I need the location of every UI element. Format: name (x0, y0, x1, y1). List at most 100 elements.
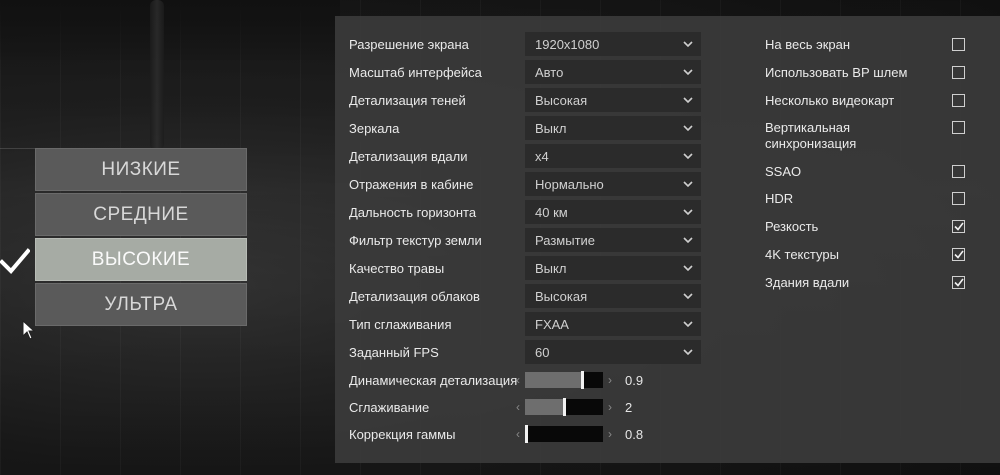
setting-label: Отражения в кабине (349, 176, 474, 192)
chevron-right-icon[interactable]: › (603, 400, 617, 414)
chevron-down-icon (683, 68, 693, 75)
checkbox-label: HDR (765, 191, 794, 206)
setting-row-cockpit-reflections: Отражения в кабине Нормально (349, 172, 709, 196)
preset-label: УЛЬТРА (104, 293, 178, 315)
dropdown-value: 40 км (535, 204, 568, 220)
vsync-checkbox[interactable] (952, 121, 965, 134)
checkbox-label: Несколько видеокарт (765, 93, 895, 108)
checkbox-row-4k-textures: 4K текстуры (765, 247, 965, 263)
preset-high-button[interactable]: ВЫСОКИЕ (35, 238, 247, 281)
setting-label: Детализация теней (349, 92, 466, 108)
slider-value: 2 (625, 399, 633, 415)
checkbox-label: Здания вдали (765, 275, 850, 290)
distant-detail-dropdown[interactable]: x4 (525, 144, 701, 168)
dropdown-value: 60 (535, 344, 550, 360)
shadows-dropdown[interactable]: Высокая (525, 88, 701, 112)
dynamic-detail-slider[interactable] (525, 371, 603, 389)
setting-row-antialiasing-type: Тип сглаживания FXAA (349, 312, 709, 336)
slider-handle[interactable] (581, 371, 584, 389)
slider-value: 0.9 (625, 372, 644, 388)
chevron-down-icon (683, 292, 693, 299)
preset-label: НИЗКИЕ (101, 158, 181, 180)
setting-label: Качество травы (349, 260, 445, 276)
gamma-slider[interactable] (525, 425, 603, 443)
setting-label: Тип сглаживания (349, 316, 452, 332)
slider-label: Коррекция гаммы (349, 426, 456, 442)
vr-headset-checkbox[interactable] (952, 66, 965, 79)
preset-label: ВЫСОКИЕ (91, 248, 191, 270)
checkbox-row-vsync: Вертикальная синхронизация (765, 120, 965, 152)
dropdown-value: Высокая (535, 92, 588, 108)
hdr-checkbox[interactable] (952, 192, 965, 205)
graphics-presets: НИЗКИЕ СРЕДНИЕ ВЫСОКИЕ УЛЬТРА (35, 148, 247, 328)
checkbox-row-multi-gpu: Несколько видеокарт (765, 93, 965, 109)
distant-buildings-checkbox[interactable] (952, 276, 965, 289)
chevron-down-icon (683, 180, 693, 187)
checkmark-icon (0, 248, 30, 274)
grass-quality-dropdown[interactable]: Выкл (525, 256, 701, 280)
preset-medium-button[interactable]: СРЕДНИЕ (35, 193, 247, 236)
sharpness-checkbox[interactable] (952, 220, 965, 233)
chevron-left-icon[interactable]: ‹ (511, 427, 525, 441)
hangar-roof (0, 0, 340, 60)
dropdown-value: Выкл (535, 260, 567, 276)
setting-label: Зеркала (349, 120, 400, 136)
chevron-right-icon[interactable]: › (603, 427, 617, 441)
dropdown-value: Нормально (535, 176, 604, 192)
slider-handle[interactable] (525, 425, 528, 443)
checkbox-label: 4K текстуры (765, 247, 839, 262)
dropdown-value: 1920x1080 (535, 36, 600, 52)
antialiasing-slider[interactable] (525, 398, 603, 416)
slider-fill (525, 372, 581, 388)
multi-gpu-checkbox[interactable] (952, 94, 965, 107)
chevron-left-icon[interactable]: ‹ (511, 373, 525, 387)
dropdown-value: x4 (535, 148, 549, 164)
setting-row-ui-scale: Масштаб интерфейса Авто (349, 60, 709, 84)
setting-row-target-fps: Заданный FPS 60 (349, 340, 709, 364)
cloud-detail-dropdown[interactable]: Высокая (525, 284, 701, 308)
setting-label: Детализация вдали (349, 148, 468, 164)
slider-value: 0.8 (625, 426, 644, 442)
checkbox-row-ssao: SSAO (765, 164, 965, 180)
chevron-down-icon (683, 124, 693, 131)
setting-label: Дальность горизонта (349, 204, 477, 220)
checkmark-icon (953, 222, 964, 231)
slider-handle[interactable] (563, 398, 566, 416)
fullscreen-checkbox[interactable] (952, 38, 965, 51)
dropdown-value: Размытие (535, 232, 596, 248)
slider-label: Сглаживание (349, 399, 430, 415)
graphics-settings-panel: Разрешение экрана 1920x1080 Масштаб инте… (335, 16, 1000, 463)
horizon-distance-dropdown[interactable]: 40 км (525, 200, 701, 224)
preset-label: СРЕДНИЕ (93, 203, 189, 225)
chevron-down-icon (683, 236, 693, 243)
ground-texture-filter-dropdown[interactable]: Размытие (525, 228, 701, 252)
preset-ultra-button[interactable]: УЛЬТРА (35, 283, 247, 326)
resolution-dropdown[interactable]: 1920x1080 (525, 32, 701, 56)
setting-label: Разрешение экрана (349, 36, 469, 52)
antialiasing-type-dropdown[interactable]: FXAA (525, 312, 701, 336)
setting-label: Заданный FPS (349, 344, 439, 360)
chevron-left-icon[interactable]: ‹ (511, 400, 525, 414)
setting-row-ground-texture-filter: Фильтр текстур земли Размытие (349, 228, 709, 252)
checkbox-row-fullscreen: На весь экран (765, 37, 965, 53)
chevron-down-icon (683, 320, 693, 327)
dropdown-value: Высокая (535, 288, 588, 304)
setting-row-horizon-distance: Дальность горизонта 40 км (349, 200, 709, 224)
preset-low-button[interactable]: НИЗКИЕ (35, 148, 247, 191)
chevron-down-icon (683, 348, 693, 355)
slider-fill (525, 399, 563, 415)
target-fps-dropdown[interactable]: 60 (525, 340, 701, 364)
setting-row-cloud-detail: Детализация облаков Высокая (349, 284, 709, 308)
mirrors-dropdown[interactable]: Выкл (525, 116, 701, 140)
chevron-right-icon[interactable]: › (603, 373, 617, 387)
checkbox-label: На весь экран (765, 37, 851, 52)
dropdown-value: FXAA (535, 316, 569, 332)
4k-textures-checkbox[interactable] (952, 248, 965, 261)
cockpit-reflections-dropdown[interactable]: Нормально (525, 172, 701, 196)
setting-label: Детализация облаков (349, 288, 480, 304)
propeller-silhouette (150, 0, 164, 150)
setting-row-shadows: Детализация теней Высокая (349, 88, 709, 112)
setting-row-grass-quality: Качество травы Выкл (349, 256, 709, 280)
ui-scale-dropdown[interactable]: Авто (525, 60, 701, 84)
ssao-checkbox[interactable] (952, 165, 965, 178)
